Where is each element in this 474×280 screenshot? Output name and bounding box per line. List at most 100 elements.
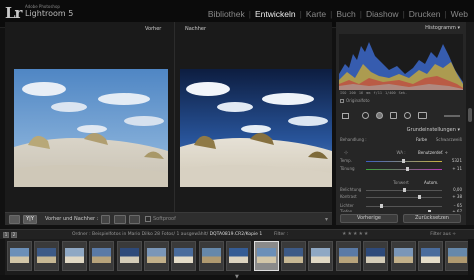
star-filter[interactable]: ★★★★★ <box>342 231 369 237</box>
tint-slider[interactable] <box>366 169 442 170</box>
temp-knob[interactable] <box>402 159 405 163</box>
histogram <box>339 34 463 90</box>
tint-value[interactable]: + 11 <box>452 166 462 171</box>
highlights-label: Lichter <box>340 203 354 208</box>
highlights-slider[interactable] <box>366 206 442 207</box>
wb-preset-select[interactable]: Benutzerdef. ÷ <box>418 150 448 155</box>
highlights-knob[interactable] <box>380 204 383 208</box>
contrast-knob[interactable] <box>418 195 421 199</box>
copy-settings-left-button[interactable] <box>101 215 110 224</box>
filmstrip-header: 1 2 Ordner : Beispielfotos in Mario Dilk… <box>0 229 474 239</box>
filmstrip-scroll-right[interactable] <box>468 239 474 275</box>
filmstrip-thumbnail[interactable] <box>116 241 142 271</box>
thumbnail-image <box>92 248 112 263</box>
contrast-label: Kontrast <box>340 194 357 199</box>
softproof-checkbox[interactable] <box>145 216 151 222</box>
swap-settings-button[interactable] <box>129 215 140 224</box>
before-after-button[interactable]: Y|Y <box>23 215 37 224</box>
tool-strip <box>340 111 462 121</box>
filmstrip <box>0 239 474 275</box>
exposure-knob[interactable] <box>403 188 406 192</box>
after-photo[interactable] <box>180 69 332 187</box>
after-label: Nachher <box>185 26 207 32</box>
original-photo-checkbox[interactable] <box>340 99 344 103</box>
right-panel-scrollbar[interactable] <box>466 22 474 225</box>
filmstrip-thumbnail[interactable] <box>34 241 60 271</box>
spot-removal-tool-icon[interactable] <box>362 112 369 119</box>
treatment-bw-option[interactable]: Schwarzweiß <box>436 137 462 142</box>
graduated-filter-tool-icon[interactable] <box>390 112 397 119</box>
logo-product-name: Lightroom 5 <box>25 9 74 18</box>
filmstrip-thumbnail[interactable] <box>226 241 252 271</box>
filmstrip-thumbnail[interactable] <box>61 241 87 271</box>
module-bibliothek[interactable]: Bibliothek <box>205 9 248 19</box>
thumbnail-image <box>37 248 57 263</box>
histogram-header[interactable]: Histogramm ▾ <box>336 24 466 33</box>
filmstrip-thumbnail[interactable] <box>198 241 224 271</box>
highlights-value[interactable]: – 65 <box>454 203 462 208</box>
auto-tone-button[interactable]: Autom. <box>424 180 438 185</box>
view-toolbar: Y|Y Vorher und Nachher : Softproof ▾ <box>5 212 332 225</box>
filmstrip-thumbnail[interactable] <box>418 241 443 271</box>
filmstrip-thumbnail[interactable] <box>171 241 197 271</box>
monitor-2-button[interactable]: 2 <box>11 232 17 238</box>
filmstrip-source[interactable]: Ordner : Beispielfotos in Mario Dilko 28… <box>72 232 262 237</box>
filmstrip-thumbnail[interactable] <box>363 241 389 271</box>
filmstrip-scroll-left[interactable] <box>0 239 5 275</box>
tone-label: Tonwert <box>393 180 409 185</box>
compare-view: Vorher Nachher <box>5 22 332 212</box>
module-karte[interactable]: Karte <box>303 9 329 19</box>
treatment-color-option[interactable]: Farbe <box>416 137 427 142</box>
thumbnail-image <box>256 248 276 263</box>
filmstrip-thumbnail[interactable] <box>281 241 306 271</box>
filmstrip-thumbnail[interactable] <box>335 241 361 271</box>
exposure-value[interactable]: 0,00 <box>453 187 462 192</box>
selected-file-name: DQTA0819.CR2/Kopie 1 <box>209 232 263 237</box>
filmstrip-thumbnail[interactable] <box>144 241 169 271</box>
photo-count: 28 Fotos/ 1 ausgewählt/ <box>154 232 209 237</box>
scrollbar-thumb[interactable] <box>468 108 472 122</box>
adjustment-brush-tool-icon[interactable] <box>418 112 427 119</box>
module-drucken[interactable]: Drucken <box>406 9 444 19</box>
tint-slider-row: Tönung + 11 <box>340 166 462 173</box>
loupe-view-button[interactable] <box>9 215 20 224</box>
crop-tool-icon[interactable] <box>342 113 349 119</box>
tint-knob[interactable] <box>406 167 409 171</box>
red-eye-tool-icon[interactable] <box>376 112 383 119</box>
tint-label: Tönung <box>340 166 355 171</box>
module-picker: Bibliothek | Entwickeln | Karte | Buch |… <box>205 9 471 19</box>
exposure-slider-row: Belichtung 0,00 <box>340 187 462 194</box>
tool-size-slider[interactable] <box>444 115 460 117</box>
module-entwickeln[interactable]: Entwickeln <box>252 9 299 19</box>
filmstrip-thumbnail[interactable] <box>390 241 416 271</box>
module-buch[interactable]: Buch <box>333 9 358 19</box>
filmstrip-thumbnail[interactable] <box>7 241 32 271</box>
contrast-value[interactable]: + 38 <box>452 194 462 199</box>
module-web[interactable]: Web <box>448 9 471 19</box>
collapse-filmstrip-icon[interactable]: ▼ <box>235 274 239 280</box>
radial-filter-tool-icon[interactable] <box>404 112 411 119</box>
before-photo[interactable] <box>14 69 168 187</box>
basic-panel-header[interactable]: Grundeinstellungen ▾ <box>336 126 466 135</box>
monitor-buttons: 1 2 <box>3 232 17 238</box>
thumbnail-image <box>64 248 84 263</box>
previous-settings-button[interactable]: Vorherige <box>340 214 398 223</box>
filter-preset-select[interactable]: Filter aus ÷ <box>430 232 456 237</box>
compare-divider <box>174 22 175 212</box>
filmstrip-thumbnail[interactable] <box>308 241 334 271</box>
copy-settings-right-button[interactable] <box>114 215 126 224</box>
module-diashow[interactable]: Diashow <box>363 9 402 19</box>
filmstrip-thumbnail[interactable] <box>253 241 279 271</box>
toolbar-menu-arrow-icon[interactable]: ▾ <box>325 216 328 223</box>
thumbnail-image <box>338 248 358 263</box>
original-photo-toggle[interactable]: Originalfoto <box>340 98 370 103</box>
contrast-slider[interactable] <box>366 197 442 198</box>
right-panel-buttons: Vorherige Zurücksetzen <box>336 212 466 225</box>
reset-button[interactable]: Zurücksetzen <box>403 214 461 223</box>
temp-value[interactable]: 5321 <box>452 158 462 163</box>
filmstrip-thumbnail[interactable] <box>445 241 471 271</box>
lightroom-window: Lr Adobe Photoshop Lightroom 5 Bibliothe… <box>0 0 474 280</box>
filmstrip-thumbnail[interactable] <box>89 241 115 271</box>
monitor-1-button[interactable]: 1 <box>3 232 9 238</box>
source-folder: Ordner : Beispielfotos in Mario Dilko <box>72 232 153 237</box>
